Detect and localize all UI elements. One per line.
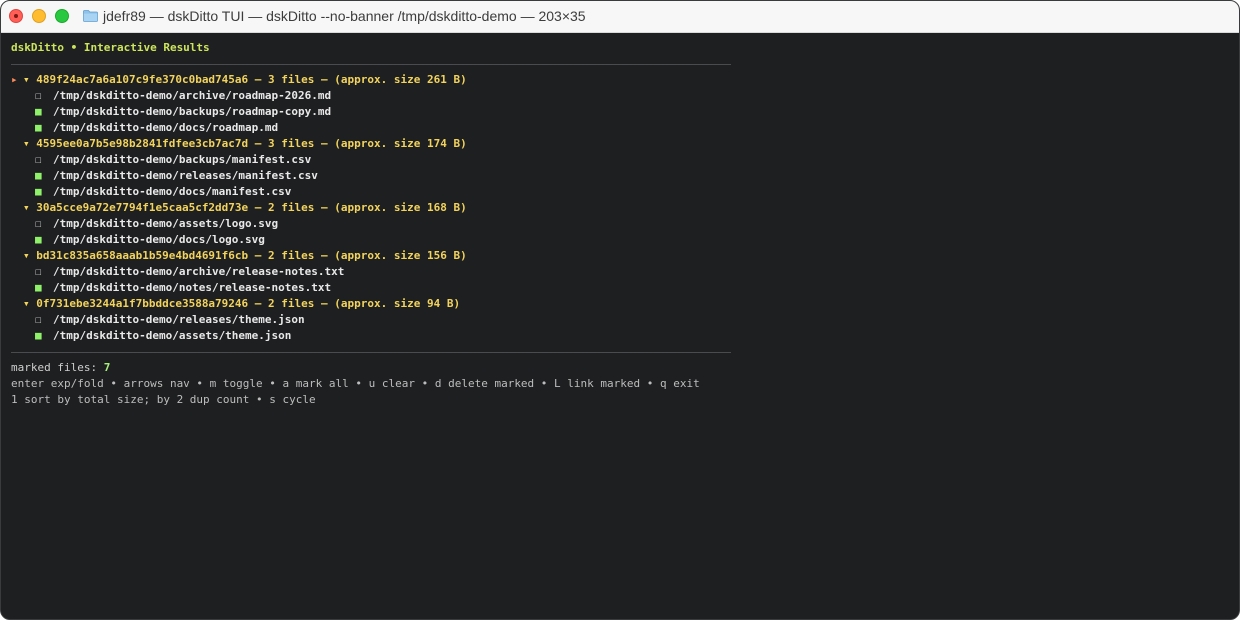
marked-checkbox-icon[interactable]: ■ bbox=[35, 328, 53, 344]
file-path: /tmp/dskditto-demo/archive/release-notes… bbox=[53, 265, 345, 278]
group-header[interactable]: ▾ 4595ee0a7b5e98b2841fdfee3cb7ac7d – 3 f… bbox=[11, 136, 467, 152]
file-path: /tmp/dskditto-demo/docs/logo.svg bbox=[53, 233, 265, 246]
file-path: /tmp/dskditto-demo/archive/roadmap-2026.… bbox=[53, 89, 332, 102]
group-header-text: 4595ee0a7b5e98b2841fdfee3cb7ac7d – 3 fil… bbox=[36, 137, 467, 150]
file-path: /tmp/dskditto-demo/assets/logo.svg bbox=[53, 217, 279, 230]
file-row[interactable]: ☐/tmp/dskditto-demo/releases/theme.json bbox=[35, 312, 305, 328]
unmarked-checkbox-icon[interactable]: ☐ bbox=[35, 264, 53, 280]
expand-toggle-icon[interactable]: ▾ bbox=[23, 201, 30, 214]
file-path: /tmp/dskditto-demo/releases/theme.json bbox=[53, 313, 305, 326]
file-row[interactable]: ■/tmp/dskditto-demo/backups/roadmap-copy… bbox=[35, 104, 331, 120]
expand-toggle-icon[interactable]: ▾ bbox=[23, 73, 30, 86]
keybindings-help: enter exp/fold • arrows nav • m toggle •… bbox=[11, 377, 700, 390]
marked-files-status: marked files: 7 bbox=[11, 360, 110, 376]
folder-icon bbox=[83, 10, 98, 22]
group-header-text: bd31c835a658aaab1b59e4bd4691f6cb – 2 fil… bbox=[36, 249, 467, 262]
file-row[interactable]: ☐/tmp/dskditto-demo/archive/roadmap-2026… bbox=[35, 88, 331, 104]
group-header[interactable]: ▸ ▾ 489f24ac7a6a107c9fe370c0bad745a6 – 3 … bbox=[11, 72, 467, 88]
file-row[interactable]: ☐/tmp/dskditto-demo/backups/manifest.csv bbox=[35, 152, 311, 168]
marked-checkbox-icon[interactable]: ■ bbox=[35, 120, 53, 136]
unmarked-checkbox-icon[interactable]: ☐ bbox=[35, 88, 53, 104]
file-row[interactable]: ☐/tmp/dskditto-demo/archive/release-note… bbox=[35, 264, 344, 280]
group-header-text: 30a5cce9a72e7794f1e5caa5cf2dd73e – 2 fil… bbox=[36, 201, 467, 214]
app-title: dskDitto • Interactive Results bbox=[11, 41, 210, 54]
expand-toggle-icon[interactable]: ▾ bbox=[23, 249, 30, 262]
marked-checkbox-icon[interactable]: ■ bbox=[35, 232, 53, 248]
file-row[interactable]: ■/tmp/dskditto-demo/docs/roadmap.md bbox=[35, 120, 278, 136]
window-title: jdefr89 — dskDitto TUI — dskDitto --no-b… bbox=[103, 8, 586, 24]
file-path: /tmp/dskditto-demo/backups/roadmap-copy.… bbox=[53, 105, 332, 118]
expand-toggle-icon[interactable]: ▾ bbox=[23, 137, 30, 150]
terminal-content[interactable]: dskDitto • Interactive Results ▸ ▾ 489f24… bbox=[1, 33, 1239, 619]
selection-cursor-icon: ▸ bbox=[11, 73, 18, 86]
file-row[interactable]: ■/tmp/dskditto-demo/docs/manifest.csv bbox=[35, 184, 291, 200]
group-header-text: 0f731ebe3244a1f7bbddce3588a79246 – 2 fil… bbox=[36, 297, 461, 310]
sort-help: 1 sort by total size; by 2 dup count • s… bbox=[11, 393, 316, 406]
file-row[interactable]: ☐/tmp/dskditto-demo/assets/logo.svg bbox=[35, 216, 278, 232]
close-button[interactable] bbox=[9, 9, 23, 23]
file-path: /tmp/dskditto-demo/backups/manifest.csv bbox=[53, 153, 312, 166]
marked-checkbox-icon[interactable]: ■ bbox=[35, 184, 53, 200]
file-path: /tmp/dskditto-demo/docs/manifest.csv bbox=[53, 185, 292, 198]
file-path: /tmp/dskditto-demo/releases/manifest.csv bbox=[53, 169, 318, 182]
marked-checkbox-icon[interactable]: ■ bbox=[35, 280, 53, 296]
maximize-button[interactable] bbox=[55, 9, 69, 23]
marked-checkbox-icon[interactable]: ■ bbox=[35, 168, 53, 184]
file-path: /tmp/dskditto-demo/notes/release-notes.t… bbox=[53, 281, 332, 294]
bottom-divider bbox=[11, 352, 731, 353]
unmarked-checkbox-icon[interactable]: ☐ bbox=[35, 216, 53, 232]
unmarked-checkbox-icon[interactable]: ☐ bbox=[35, 312, 53, 328]
file-row[interactable]: ■/tmp/dskditto-demo/releases/manifest.cs… bbox=[35, 168, 318, 184]
marked-checkbox-icon[interactable]: ■ bbox=[35, 104, 53, 120]
top-divider bbox=[11, 64, 731, 65]
title-bar[interactable]: jdefr89 — dskDitto TUI — dskDitto --no-b… bbox=[1, 1, 1239, 33]
marked-files-label: marked files: bbox=[11, 361, 98, 374]
minimize-button[interactable] bbox=[32, 9, 46, 23]
group-header-text: 489f24ac7a6a107c9fe370c0bad745a6 – 3 fil… bbox=[36, 73, 467, 86]
marked-files-count: 7 bbox=[103, 361, 111, 374]
terminal-window: jdefr89 — dskDitto TUI — dskDitto --no-b… bbox=[0, 0, 1240, 620]
group-header[interactable]: ▾ bd31c835a658aaab1b59e4bd4691f6cb – 2 f… bbox=[11, 248, 467, 264]
group-header[interactable]: ▾ 0f731ebe3244a1f7bbddce3588a79246 – 2 f… bbox=[11, 296, 460, 312]
file-row[interactable]: ■/tmp/dskditto-demo/assets/theme.json bbox=[35, 328, 291, 344]
group-header[interactable]: ▾ 30a5cce9a72e7794f1e5caa5cf2dd73e – 2 f… bbox=[11, 200, 467, 216]
expand-toggle-icon[interactable]: ▾ bbox=[23, 297, 30, 310]
file-path: /tmp/dskditto-demo/assets/theme.json bbox=[53, 329, 292, 342]
file-row[interactable]: ■/tmp/dskditto-demo/notes/release-notes.… bbox=[35, 280, 331, 296]
file-row[interactable]: ■/tmp/dskditto-demo/docs/logo.svg bbox=[35, 232, 265, 248]
unmarked-checkbox-icon[interactable]: ☐ bbox=[35, 152, 53, 168]
file-path: /tmp/dskditto-demo/docs/roadmap.md bbox=[53, 121, 279, 134]
